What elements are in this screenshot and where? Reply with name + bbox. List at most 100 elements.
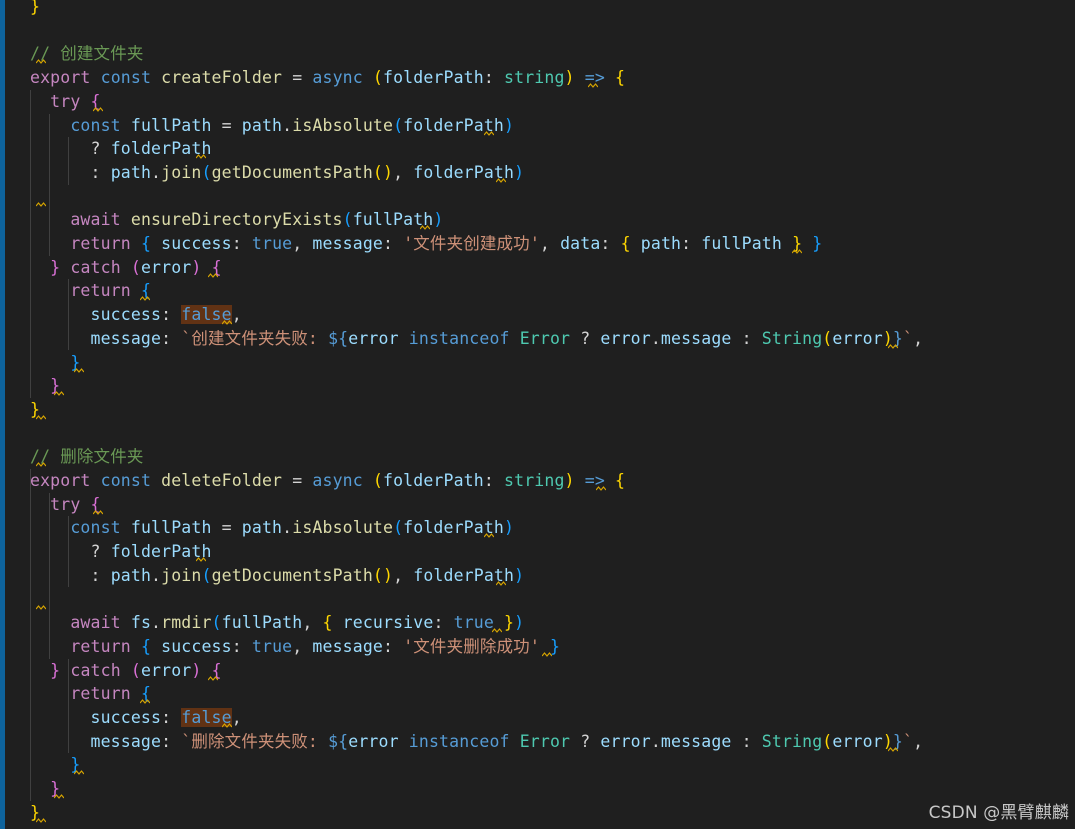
code-editor[interactable]: } // 创建文件夹 export const createFolder = asy…: [0, 0, 1075, 829]
code-token: const: [70, 115, 121, 135]
warning-squiggle-icon[interactable]: [484, 130, 494, 137]
code-token: recursive: [342, 613, 434, 633]
code-token: const: [70, 518, 121, 538]
warning-squiggle-icon[interactable]: [420, 225, 430, 231]
code-token: return: [70, 636, 131, 656]
code-line[interactable]: try {: [30, 90, 101, 114]
code-token: fullPath: [130, 115, 212, 135]
code-token: .: [650, 328, 661, 348]
warning-squiggle-icon[interactable]: [496, 580, 506, 587]
code-line[interactable]: message: `创建文件夹失败: ${error instanceof Er…: [30, 327, 924, 351]
code-line[interactable]: return {: [30, 682, 151, 706]
warning-squiggle-icon[interactable]: [792, 249, 802, 255]
warning-squiggle-icon[interactable]: [36, 817, 46, 824]
warning-squiggle-icon[interactable]: [74, 770, 84, 776]
code-line[interactable]: return { success: true, message: '文件夹删除成…: [30, 635, 560, 659]
code-line[interactable]: ? folderPath: [30, 540, 212, 564]
warning-squiggle-icon[interactable]: [542, 651, 552, 658]
warning-squiggle-icon[interactable]: [208, 675, 218, 682]
code-line[interactable]: : path.join(getDocumentsPath(), folderPa…: [30, 161, 525, 185]
code-line[interactable]: } catch (error) {: [30, 659, 222, 683]
code-line[interactable]: } catch (error) {: [30, 256, 222, 280]
warning-squiggle-icon[interactable]: [93, 509, 103, 516]
warning-squiggle-icon[interactable]: [596, 486, 606, 492]
code-token: :: [231, 234, 252, 253]
warning-squiggle-icon[interactable]: [888, 343, 898, 350]
code-token: :: [383, 234, 404, 253]
code-token: message: [312, 234, 384, 253]
code-line[interactable]: const fullPath = path.isAbsolute(folderP…: [30, 114, 514, 138]
code-line[interactable]: success: false,: [30, 303, 242, 327]
code-token: async: [312, 68, 363, 88]
warning-squiggle-icon[interactable]: [208, 272, 218, 279]
warning-squiggle-icon[interactable]: [36, 462, 46, 468]
code-token: :: [483, 471, 505, 490]
code-token: .: [650, 731, 661, 751]
warning-squiggle-icon[interactable]: [36, 604, 46, 611]
warning-squiggle-icon[interactable]: [484, 533, 494, 539]
code-token: true: [251, 636, 293, 656]
warning-squiggle-icon[interactable]: [222, 320, 232, 326]
code-line[interactable]: }: [30, 351, 80, 375]
code-token: ): [191, 257, 202, 277]
code-line[interactable]: }: [30, 0, 40, 19]
code-line[interactable]: await ensureDirectoryExists(fullPath): [30, 208, 443, 232]
code-token: return: [70, 234, 131, 253]
warning-squiggle-icon[interactable]: [54, 794, 64, 800]
code-line[interactable]: const fullPath = path.isAbsolute(folderP…: [30, 516, 514, 540]
code-line[interactable]: await fs.rmdir(fullPath, { recursive: tr…: [30, 611, 524, 635]
warning-squiggle-icon[interactable]: [888, 746, 898, 753]
warning-squiggle-icon[interactable]: [196, 154, 206, 160]
code-line[interactable]: }: [30, 753, 80, 777]
code-token: ?: [90, 139, 111, 159]
code-line[interactable]: : path.join(getDocumentsPath(), folderPa…: [30, 564, 525, 588]
code-line[interactable]: return { success: true, message: '文件夹创建成…: [30, 232, 822, 256]
code-token: ,: [302, 613, 323, 633]
code-token: ${: [328, 328, 349, 348]
warning-squiggle-icon[interactable]: [196, 557, 206, 563]
warning-squiggle-icon[interactable]: [36, 414, 46, 421]
code-token: (: [822, 328, 833, 348]
code-token: success: [90, 305, 162, 325]
code-token: return: [70, 684, 131, 704]
code-line[interactable]: message: `删除文件夹失败: ${error instanceof Er…: [30, 730, 924, 754]
warning-squiggle-icon[interactable]: [140, 699, 150, 705]
code-line[interactable]: return {: [30, 279, 151, 303]
code-token: ,: [913, 731, 924, 751]
warning-squiggle-icon[interactable]: [36, 201, 46, 208]
code-line[interactable]: // 删除文件夹: [30, 445, 144, 469]
warning-squiggle-icon[interactable]: [496, 177, 506, 184]
warning-squiggle-icon[interactable]: [140, 296, 150, 302]
code-line[interactable]: export const deleteFolder = async (folde…: [30, 469, 625, 493]
code-line[interactable]: success: false,: [30, 706, 242, 730]
warning-squiggle-icon[interactable]: [492, 628, 502, 634]
code-line[interactable]: export const createFolder = async (folde…: [30, 66, 625, 90]
code-token: ,: [231, 305, 242, 325]
code-token: (: [372, 162, 383, 182]
warning-squiggle-icon[interactable]: [74, 367, 84, 374]
code-token: ensureDirectoryExists: [130, 210, 343, 230]
warning-squiggle-icon[interactable]: [36, 59, 46, 65]
code-token: .: [151, 613, 162, 633]
code-line[interactable]: // 创建文件夹: [30, 42, 144, 66]
warning-squiggle-icon[interactable]: [222, 723, 232, 729]
code-line[interactable]: ? folderPath: [30, 137, 212, 161]
warning-squiggle-icon[interactable]: [54, 391, 64, 397]
warning-squiggle-icon[interactable]: [588, 83, 598, 89]
code-line[interactable]: try {: [30, 493, 101, 517]
warning-squiggle-icon[interactable]: [93, 106, 103, 113]
